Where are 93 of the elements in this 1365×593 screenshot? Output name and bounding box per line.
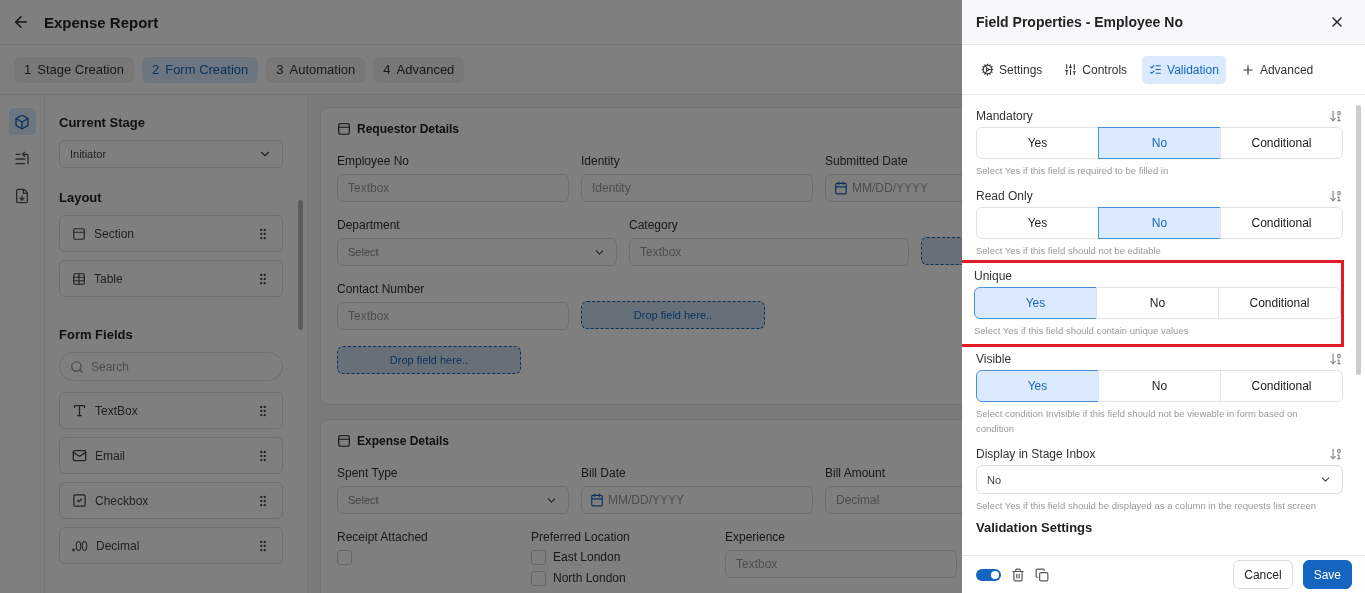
segment-option[interactable]: Yes bbox=[976, 370, 1099, 402]
field-label: Bill Date bbox=[581, 466, 626, 480]
segment-option[interactable]: Conditional bbox=[1220, 207, 1343, 239]
stage-select[interactable]: Initiator bbox=[59, 140, 283, 168]
drop-zone: Drop field here.. bbox=[337, 346, 521, 374]
cancel-button[interactable]: Cancel bbox=[1233, 560, 1293, 589]
setting-label: Read Only bbox=[976, 189, 1033, 203]
segment-option[interactable]: Conditional bbox=[1220, 127, 1343, 159]
mail-icon bbox=[72, 448, 87, 463]
decimal-icon bbox=[72, 539, 88, 552]
checkbox[interactable] bbox=[337, 550, 352, 565]
segment-option[interactable]: Conditional bbox=[1220, 370, 1343, 402]
segment-option[interactable]: No bbox=[1096, 287, 1219, 319]
sort-icon[interactable] bbox=[1329, 447, 1343, 461]
drawer-tab[interactable]: Validation bbox=[1142, 55, 1226, 84]
segment-option[interactable]: Yes bbox=[976, 127, 1099, 159]
rail-button[interactable] bbox=[8, 108, 36, 135]
list-icon bbox=[14, 150, 30, 167]
field-label: Receipt Attached bbox=[337, 530, 428, 544]
field-label: Department bbox=[337, 218, 400, 232]
form-icon bbox=[14, 187, 30, 204]
sort-icon[interactable] bbox=[1329, 109, 1343, 123]
hint-text: Select Yes if this field should contain unique values bbox=[974, 324, 1190, 338]
settings-icon bbox=[981, 63, 994, 76]
trash-icon[interactable] bbox=[1011, 567, 1025, 582]
palette-item[interactable]: Section bbox=[59, 215, 283, 252]
plus-icon bbox=[1240, 62, 1255, 77]
save-button[interactable]: Save bbox=[1302, 560, 1352, 589]
hint-text: Select condition Invisible if this field should not be viewable in form based on condition bbox=[976, 407, 1299, 436]
panel-heading: Current Stage bbox=[59, 115, 146, 130]
field-label: Employee No bbox=[337, 154, 410, 168]
segment-option[interactable]: Yes bbox=[974, 287, 1097, 319]
field-label: Identity bbox=[581, 154, 620, 168]
palette-item[interactable]: Checkbox bbox=[59, 482, 283, 519]
setting-label: Unique bbox=[974, 269, 1013, 283]
setting-label: Display in Stage Inbox bbox=[976, 447, 1096, 461]
setting-label: Visible bbox=[976, 352, 1012, 366]
drawer-tab[interactable]: Settings bbox=[974, 55, 1050, 84]
palette-item[interactable]: Table bbox=[59, 260, 283, 297]
inbox-select[interactable]: No bbox=[976, 465, 1343, 494]
segment-option[interactable]: Conditional bbox=[1218, 287, 1341, 319]
section-heading: Validation Settings bbox=[976, 520, 1094, 535]
calendar-icon bbox=[834, 181, 848, 195]
toggle-switch[interactable] bbox=[976, 568, 1001, 581]
step-tab[interactable]: 2 Form Creation bbox=[141, 56, 259, 83]
field-label: Bill Amount bbox=[825, 466, 886, 480]
drawer-title: Field Properties - Employee No bbox=[976, 14, 1183, 30]
checkbox[interactable] bbox=[531, 571, 546, 586]
field-label: Submitted Date bbox=[825, 154, 908, 168]
checkbox-icon bbox=[72, 493, 87, 508]
palette-item[interactable]: Email bbox=[59, 437, 283, 474]
drop-zone: Drop field here.. bbox=[581, 301, 765, 329]
page-title: Expense Report bbox=[44, 13, 159, 31]
select-field[interactable]: Select bbox=[337, 486, 569, 514]
section-icon bbox=[72, 226, 86, 241]
select-field[interactable]: Select bbox=[337, 238, 617, 266]
setting-label: Mandatory bbox=[976, 109, 1033, 123]
sort-icon[interactable] bbox=[1329, 189, 1343, 203]
segment-option[interactable]: No bbox=[1098, 207, 1221, 239]
field-label: Contact Number bbox=[337, 282, 425, 296]
cube-icon bbox=[14, 113, 30, 130]
section-title: Expense Details bbox=[357, 434, 450, 448]
panel-heading: Form Fields bbox=[59, 327, 134, 342]
option-label: East London bbox=[553, 550, 621, 564]
table-icon bbox=[72, 271, 86, 286]
palette-item[interactable]: TextBox bbox=[59, 392, 283, 429]
option-label: North London bbox=[553, 571, 626, 585]
section-icon bbox=[337, 434, 351, 448]
sliders-icon bbox=[1064, 63, 1078, 76]
step-tab[interactable]: 3 Automation bbox=[266, 56, 366, 83]
segment-option[interactable]: No bbox=[1098, 370, 1221, 402]
search-icon bbox=[70, 359, 84, 374]
copy-icon[interactable] bbox=[1035, 567, 1049, 582]
section-icon bbox=[337, 122, 351, 136]
calendar-icon bbox=[590, 493, 604, 507]
field-label: Category bbox=[629, 218, 678, 232]
text-icon bbox=[72, 403, 87, 418]
segment-option[interactable]: No bbox=[1098, 127, 1221, 159]
sort-icon[interactable] bbox=[1329, 352, 1343, 366]
step-tab[interactable]: 4 Advanced bbox=[373, 56, 465, 83]
palette-item[interactable]: Decimal bbox=[59, 527, 283, 564]
hint-text: Select Yes if this field should not be editable bbox=[976, 244, 1162, 258]
panel-heading: Layout bbox=[59, 190, 103, 205]
drawer-tab[interactable]: Advanced bbox=[1233, 55, 1321, 84]
segment-option[interactable]: Yes bbox=[976, 207, 1099, 239]
field-label: Experience bbox=[725, 530, 786, 544]
field-label: Preferred Location bbox=[531, 530, 630, 544]
checkbox[interactable] bbox=[531, 550, 546, 565]
checklist-icon bbox=[1149, 63, 1163, 76]
drawer-tab[interactable]: Controls bbox=[1057, 55, 1135, 84]
field-label: Spent Type bbox=[337, 466, 398, 480]
section-title: Requestor Details bbox=[357, 122, 460, 136]
step-tab[interactable]: 1 Stage Creation bbox=[14, 56, 134, 83]
